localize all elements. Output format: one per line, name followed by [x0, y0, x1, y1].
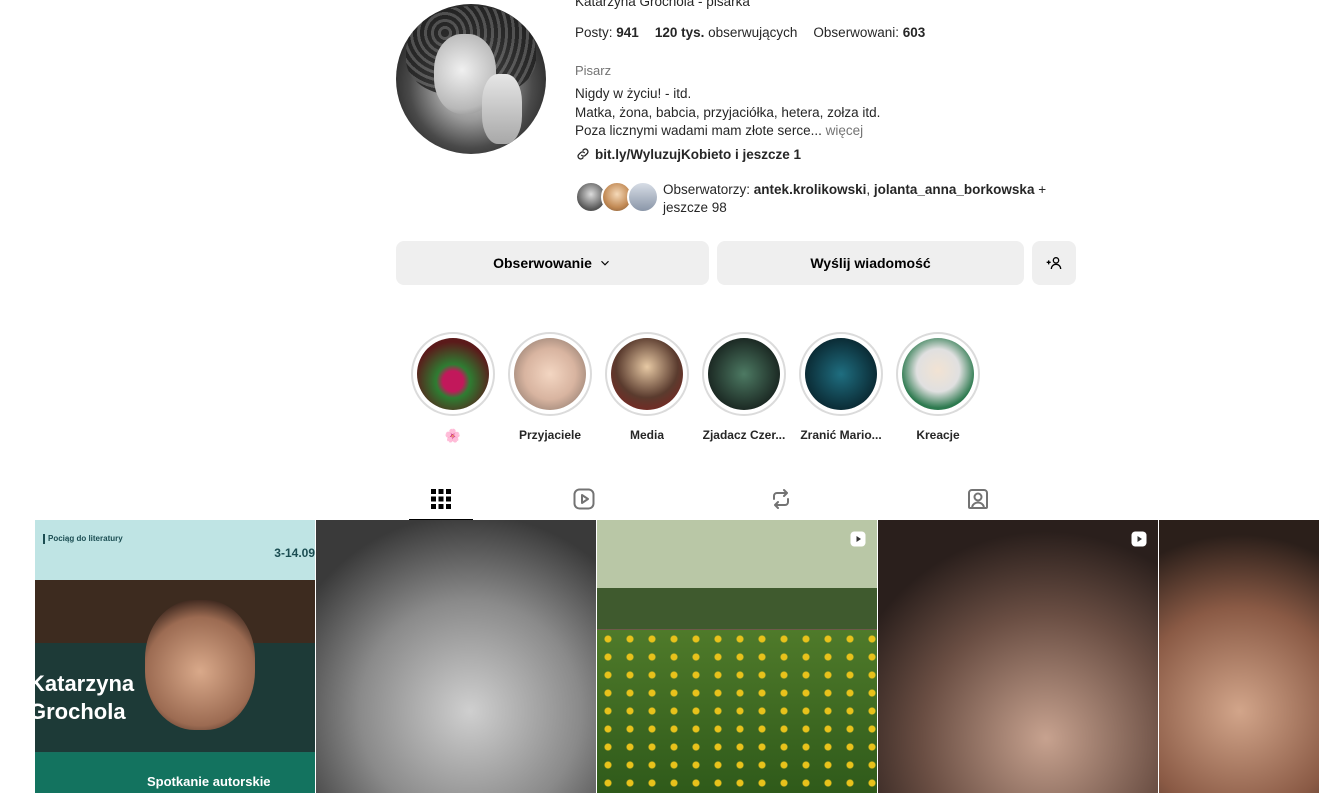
highlight-cover	[611, 338, 683, 410]
highlight-item[interactable]: Media	[605, 332, 689, 444]
bio-line-2: Matka, żona, babcia, przyjaciółka, heter…	[575, 104, 881, 120]
profile-category: Pisarz	[575, 63, 612, 78]
post-tile[interactable]	[1159, 520, 1319, 793]
tagged-icon	[967, 489, 988, 509]
add-user-icon	[1046, 257, 1062, 270]
following-count: 603	[902, 25, 926, 40]
send-message-button[interactable]: Wyślij wiadomość	[717, 241, 1024, 285]
tab-reposts[interactable]	[683, 478, 880, 520]
reels-icon	[573, 488, 595, 510]
highlight-label: 🌸	[444, 428, 462, 443]
bio-line-1: Nigdy w życiu! - itd.	[575, 86, 692, 101]
reel-indicator-icon	[1131, 531, 1147, 547]
profile-link-text: bit.ly/WyluzujKobieto i jeszcze 1	[595, 146, 802, 162]
post-overlay-name-line-1: Katarzyna	[35, 671, 135, 696]
highlight-label: Kreacje	[916, 428, 960, 442]
highlight-ring	[508, 332, 592, 416]
post-image	[145, 600, 255, 730]
profile-avatar[interactable]	[396, 4, 546, 154]
post-tile[interactable]: Pociąg do literatury 3-14.09 Katarzyna Gr…	[35, 520, 315, 793]
chevron-down-icon	[600, 260, 609, 266]
highlight-item[interactable]: 🌸	[411, 332, 495, 444]
highlight-ring	[896, 332, 980, 416]
highlight-ring	[799, 332, 883, 416]
highlight-item[interactable]: Przyjaciele	[508, 332, 592, 444]
followers-count: 120 tys.	[654, 25, 705, 40]
followed-by[interactable]: Obserwatorzy: antek.krolikowski, jolanta…	[575, 181, 1053, 217]
posts-stat: Posty: 941	[575, 25, 639, 40]
profile-link[interactable]: bit.ly/WyluzujKobieto i jeszcze 1	[575, 146, 801, 162]
reel-indicator-icon	[850, 531, 866, 547]
avatar-hand	[482, 74, 522, 144]
highlight-ring	[702, 332, 786, 416]
highlight-ring	[605, 332, 689, 416]
tab-tagged[interactable]	[879, 478, 1076, 520]
post-overlay-date: 3-14.09	[274, 546, 315, 560]
highlight-cover	[708, 338, 780, 410]
bio-line-3-text: Poza licznymi wadami mam złote serce...	[575, 123, 822, 138]
following-button[interactable]: Obserwowanie	[396, 241, 709, 285]
followers-label: obserwujących	[708, 25, 798, 40]
post-overlay-title: Pociąg do literatury	[43, 534, 123, 544]
highlight-label: Przyjaciele	[518, 428, 582, 442]
post-overlay-banner-text: Spotkanie autorskie	[147, 774, 271, 789]
followed-by-user-1[interactable]: antek.krolikowski	[754, 182, 867, 197]
post-tile[interactable]	[878, 520, 1158, 793]
followed-by-text: Obserwatorzy: antek.krolikowski, jolanta…	[663, 181, 1053, 217]
send-message-label: Wyślij wiadomość	[810, 255, 931, 271]
bio-more-link[interactable]: więcej	[826, 123, 864, 138]
post-tile[interactable]	[316, 520, 596, 793]
highlight-label: Zranić Mario...	[800, 428, 882, 442]
followed-by-separator: ,	[866, 182, 871, 197]
highlight-cover	[417, 338, 489, 410]
highlight-item[interactable]: Zranić Mario...	[799, 332, 883, 444]
avatar	[627, 181, 659, 213]
following-label: Obserwowani:	[813, 25, 899, 40]
posts-grid: Pociąg do literatury 3-14.09 Katarzyna Gr…	[35, 520, 1319, 793]
highlight-item[interactable]: Zjadacz Czer...	[702, 332, 786, 444]
profile-full-name: Katarzyna Grochola - pisarka	[575, 0, 750, 9]
post-overlay-name: Katarzyna Grochola	[35, 670, 134, 726]
profile-tabs	[396, 478, 1076, 520]
story-highlights: 🌸 Przyjaciele Media Zjadacz Czer... Zran…	[411, 332, 980, 444]
post-overlay-name-line-2: Grochola	[35, 699, 126, 724]
followed-by-prefix: Obserwatorzy:	[663, 182, 751, 197]
highlight-cover	[902, 338, 974, 410]
following-button-label: Obserwowanie	[493, 255, 592, 271]
highlight-cover	[514, 338, 586, 410]
posts-label: Posty:	[575, 25, 613, 40]
followed-by-user-2[interactable]: jolanta_anna_borkowska	[874, 182, 1035, 197]
reposts-icon	[773, 489, 789, 509]
grid-icon	[431, 489, 451, 509]
highlight-label: Zjadacz Czer...	[702, 428, 786, 442]
following-stat[interactable]: Obserwowani: 603	[813, 25, 925, 40]
highlight-ring	[411, 332, 495, 416]
tab-reels[interactable]	[486, 478, 683, 520]
tab-posts[interactable]	[396, 478, 486, 520]
post-tile[interactable]	[597, 520, 877, 793]
followed-by-avatars	[575, 181, 665, 213]
highlight-label: Media	[629, 428, 664, 442]
suggest-similar-button[interactable]	[1032, 241, 1076, 285]
posts-count: 941	[616, 25, 639, 40]
followers-stat[interactable]: 120 tys. obserwujących	[655, 25, 798, 40]
post-image	[597, 630, 877, 793]
bio-line-3: Poza licznymi wadami mam złote serce... …	[575, 122, 880, 141]
link-icon	[577, 148, 589, 160]
highlight-item[interactable]: Kreacje	[896, 332, 980, 444]
profile-bio: Nigdy w życiu! - itd. Matka, żona, babci…	[575, 85, 880, 141]
highlight-cover	[805, 338, 877, 410]
profile-stats: Posty: 941 120 tys. obserwujących Obserw…	[575, 25, 925, 40]
